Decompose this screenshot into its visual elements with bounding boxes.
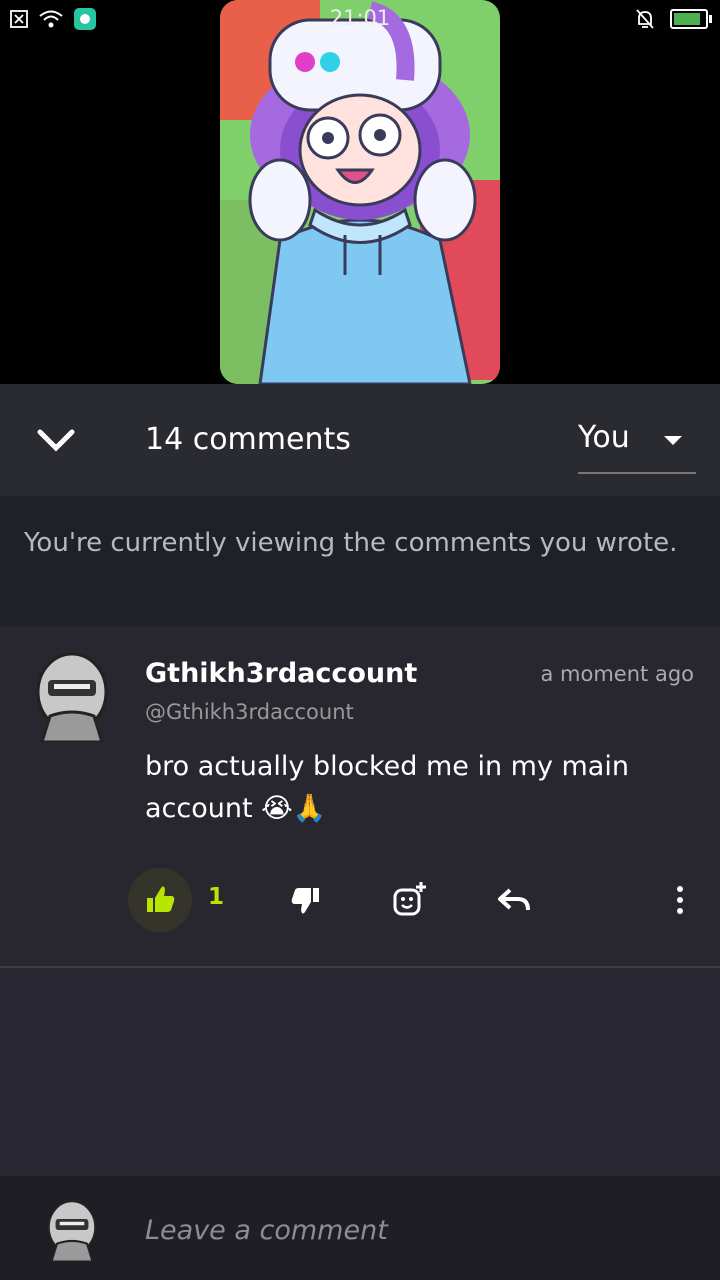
avatar[interactable] bbox=[34, 650, 110, 742]
dropdown-caret-icon bbox=[664, 436, 682, 445]
dislike-button[interactable] bbox=[286, 880, 326, 920]
video-player[interactable] bbox=[0, 0, 720, 384]
comment-handle[interactable]: @Gthikh3rdaccount bbox=[145, 700, 354, 724]
compose-bar bbox=[0, 1176, 720, 1280]
bell-muted-icon bbox=[636, 9, 654, 29]
comment-filter-dropdown[interactable]: You bbox=[578, 418, 696, 474]
cartoon-character-image bbox=[220, 0, 500, 384]
comment-actions: 1 bbox=[0, 868, 720, 938]
divider bbox=[0, 966, 720, 968]
comment-author[interactable]: Gthikh3rdaccount bbox=[145, 658, 417, 689]
reply-icon bbox=[498, 888, 530, 911]
comment-time: a moment ago bbox=[540, 662, 695, 686]
filter-notice-text: You're currently viewing the comments yo… bbox=[24, 528, 678, 558]
more-vertical-icon bbox=[677, 886, 683, 914]
comment-count: 14 comments bbox=[145, 422, 351, 457]
add-emoji-icon bbox=[393, 882, 426, 916]
filter-notice: You're currently viewing the comments yo… bbox=[0, 496, 720, 626]
thumbs-up-icon bbox=[147, 886, 175, 912]
collapse-comments-button[interactable] bbox=[36, 424, 76, 458]
like-button[interactable] bbox=[128, 868, 192, 932]
chevron-down-icon bbox=[37, 429, 75, 452]
comment-item: Gthikh3rdaccount a moment ago @Gthikh3rd… bbox=[0, 628, 720, 968]
battery-icon bbox=[670, 9, 712, 29]
comment-input[interactable] bbox=[145, 1210, 665, 1250]
video-thumbnail[interactable] bbox=[220, 0, 500, 384]
reply-button[interactable] bbox=[494, 880, 534, 920]
comments-panel: 14 comments You You're currently viewing… bbox=[0, 384, 720, 1280]
comment-text: bro actually blocked me in my main accou… bbox=[145, 751, 629, 824]
comments-header: 14 comments You bbox=[0, 384, 720, 496]
filter-selected-value: You bbox=[578, 420, 630, 455]
avatar bbox=[47, 1200, 97, 1262]
status-time: 21:01 bbox=[329, 6, 391, 30]
more-options-button[interactable] bbox=[660, 880, 700, 920]
thumbs-down-icon bbox=[291, 888, 319, 914]
status-bar: 21:01 bbox=[0, 0, 720, 36]
add-reaction-button[interactable] bbox=[390, 880, 430, 920]
like-count: 1 bbox=[208, 884, 225, 910]
